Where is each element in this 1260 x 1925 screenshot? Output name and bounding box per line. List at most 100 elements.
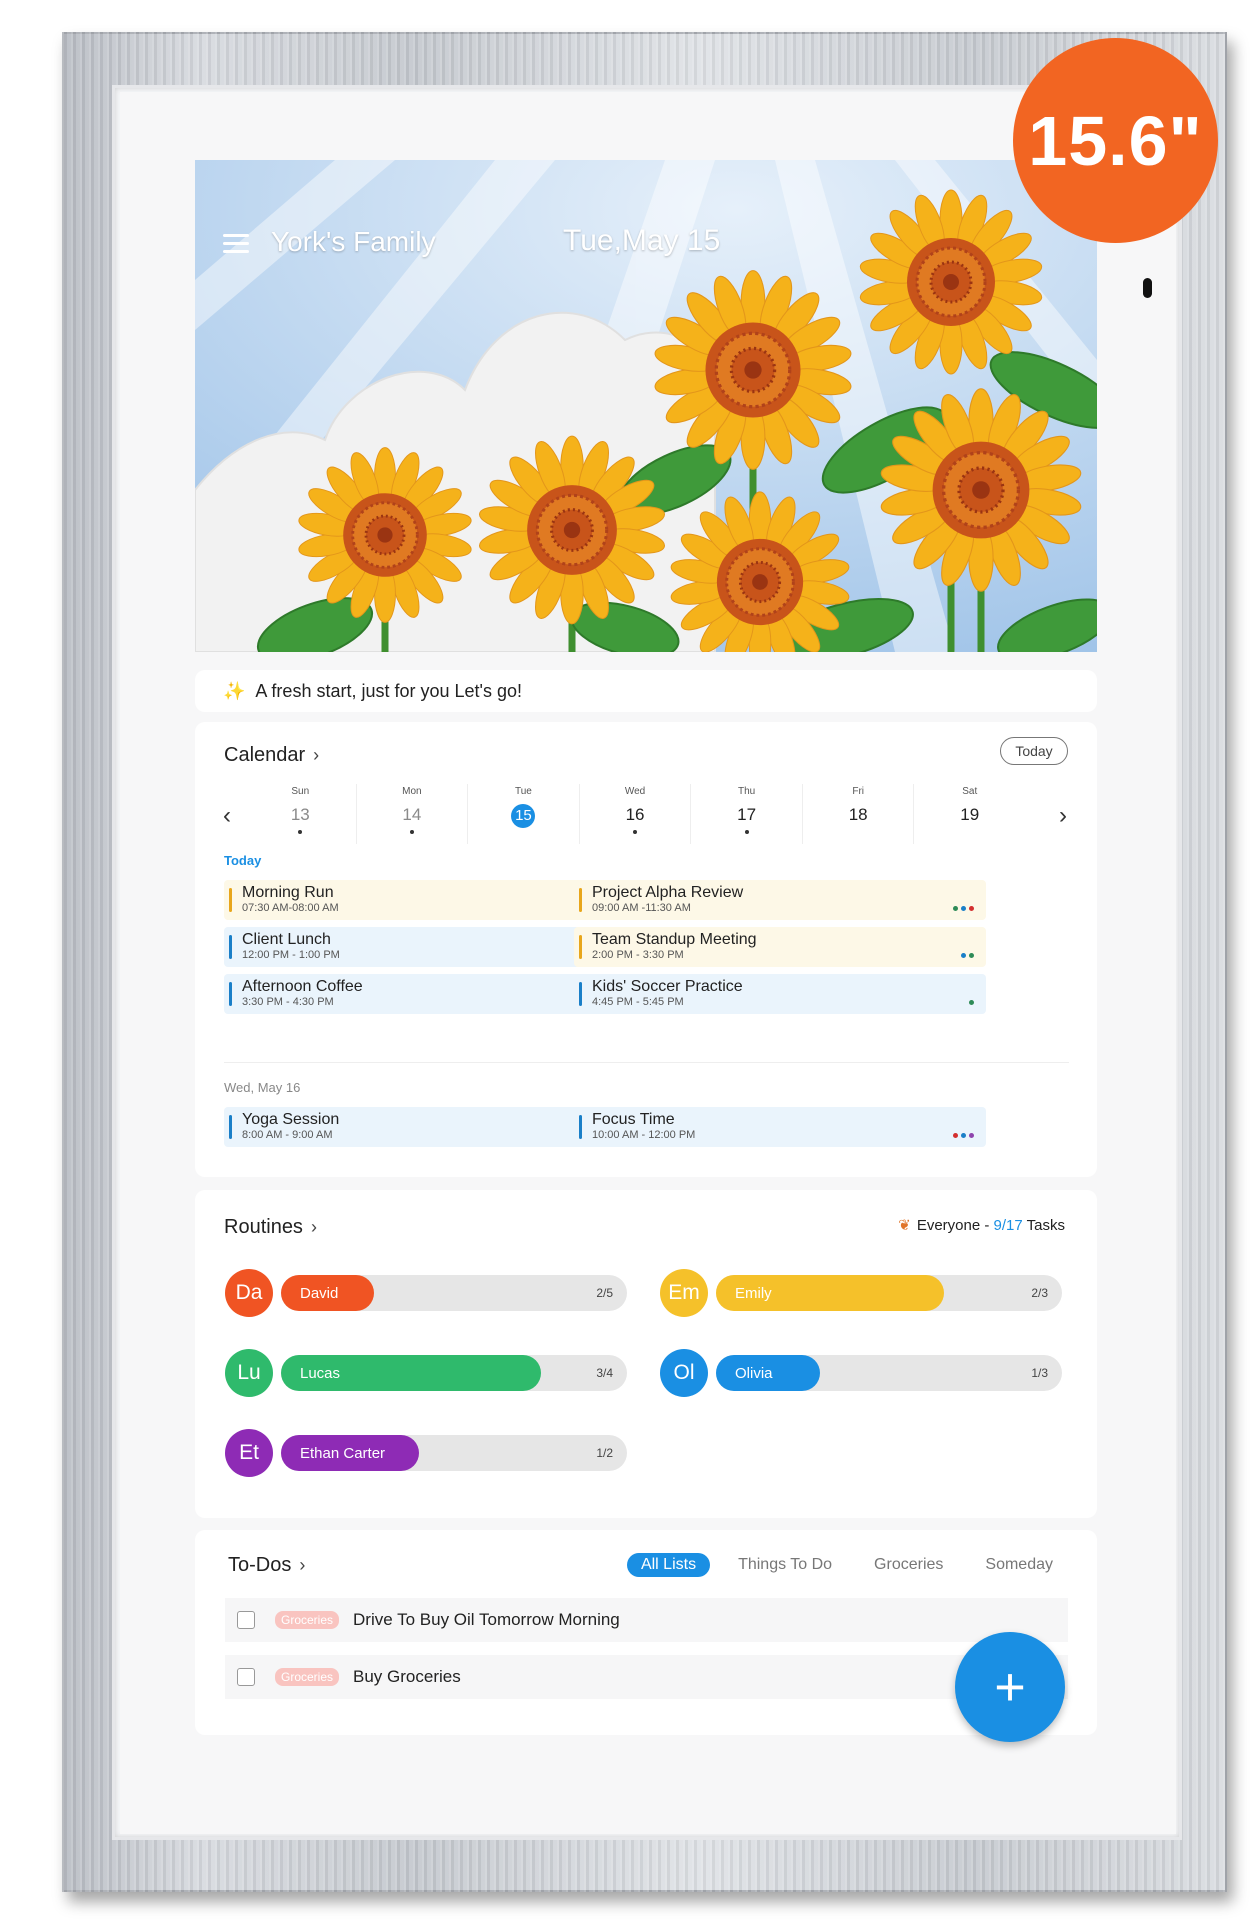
routines-summary[interactable]: ❦ Everyone - 9/17 Tasks (898, 1216, 1065, 1234)
member-dots (961, 953, 974, 958)
routine-count: 3/4 (596, 1366, 613, 1380)
header-banner: York's Family Tue,May 15 (195, 160, 1097, 652)
todo-item[interactable]: Groceries Drive To Buy Oil Tomorrow Morni… (225, 1598, 1068, 1642)
avatar: Et (225, 1429, 273, 1477)
day-wed[interactable]: Wed 16 (580, 784, 692, 844)
event-indicator-dot (409, 830, 414, 834)
day-sun[interactable]: Sun 13 (245, 784, 357, 844)
todo-item[interactable]: Groceries Buy Groceries (225, 1655, 1068, 1699)
day-sat[interactable]: Sat 19 (914, 784, 1025, 844)
event-time: 4:45 PM - 5:45 PM (592, 996, 684, 1008)
family-icon: ❦ (898, 1217, 911, 1234)
routine-row[interactable]: Da David 2/5 (225, 1268, 627, 1318)
routine-row[interactable]: Lu Lucas 3/4 (225, 1348, 627, 1398)
day-name: Sat (962, 786, 978, 797)
camera-sensor (1143, 278, 1152, 298)
member-dot (953, 1133, 958, 1138)
calendar-title[interactable]: Calendar › (224, 744, 319, 767)
chevron-right-icon[interactable]: › (1059, 802, 1067, 830)
member-dot (969, 1000, 974, 1005)
add-fab-button[interactable]: + (955, 1632, 1065, 1742)
today-button[interactable]: Today (1000, 737, 1068, 765)
todos-title[interactable]: To-Dos › (228, 1554, 305, 1577)
day-number-wrap: 19 (914, 797, 1025, 825)
routine-row[interactable]: Ol Olivia 1/3 (660, 1348, 1062, 1398)
routines-card: Routines › ❦ Everyone - 9/17 Tasks Da David… (195, 1190, 1097, 1518)
day-thu[interactable]: Thu 17 (691, 784, 803, 844)
today-section-label: Today (224, 853, 262, 868)
tab-someday[interactable]: Someday (971, 1553, 1067, 1577)
tab-groceries[interactable]: Groceries (860, 1553, 957, 1577)
sparkle-icon: ✨ (223, 680, 246, 701)
avatar: Ol (660, 1349, 708, 1397)
day-tue[interactable]: Tue 15 (468, 784, 580, 844)
day-number: 17 (737, 805, 757, 824)
chevron-right-icon: › (299, 1555, 306, 1575)
routine-row[interactable]: Em Emily 2/3 (660, 1268, 1062, 1318)
progress-track: Olivia 1/3 (716, 1355, 1062, 1391)
next-date-label: Wed, May 16 (224, 1080, 301, 1095)
chevron-left-icon[interactable]: ‹ (223, 802, 231, 830)
event-time: 09:00 AM -11:30 AM (592, 902, 691, 914)
day-fri[interactable]: Fri 18 (803, 784, 915, 844)
day-name: Fri (852, 786, 865, 797)
selected-day-number: 15 (511, 804, 536, 828)
calendar-card: Calendar › Today ‹ › Sun 13 Mon 14 Tue 15 Wed 16… (195, 722, 1097, 1177)
routine-count: 2/5 (596, 1286, 613, 1300)
summary-sep: - (980, 1217, 994, 1234)
header-bar: York's Family Tue,May 15 (195, 220, 1097, 270)
routine-count: 2/3 (1031, 1286, 1048, 1300)
day-number-wrap: 14 (357, 797, 468, 825)
routine-person-name: David (300, 1285, 339, 1302)
routines-title[interactable]: Routines › (224, 1216, 317, 1239)
day-number: 19 (960, 805, 980, 824)
day-number-wrap: 15 (468, 797, 579, 828)
member-dots (969, 1000, 974, 1005)
routine-row[interactable]: Et Ethan Carter 1/2 (225, 1428, 627, 1478)
greeting-banner: ✨ A fresh start, just for you Let's go! (195, 670, 1097, 712)
todo-checkbox[interactable] (237, 1668, 255, 1686)
day-number: 16 (625, 805, 645, 824)
todos-title-label: To-Dos (228, 1554, 292, 1576)
divider (224, 1062, 1069, 1063)
day-number-wrap: 17 (691, 797, 802, 825)
hamburger-menu-icon[interactable] (223, 234, 249, 254)
event-time: 2:00 PM - 3:30 PM (592, 949, 684, 961)
event-item[interactable]: Kids' Soccer Practice 4:45 PM - 5:45 PM (574, 974, 986, 1014)
routine-person-name: Ethan Carter (300, 1445, 386, 1462)
member-dot (961, 953, 966, 958)
day-name: Mon (402, 786, 422, 797)
avatar: Em (660, 1269, 708, 1317)
routine-person-name: Olivia (735, 1365, 773, 1382)
todo-checkbox[interactable] (237, 1611, 255, 1629)
summary-count: 9/17 (993, 1217, 1023, 1234)
event-title: Kids' Soccer Practice (592, 978, 743, 995)
progress-track: Ethan Carter 1/2 (281, 1435, 627, 1471)
header-date: Tue,May 15 (563, 224, 721, 257)
event-item[interactable]: Team Standup Meeting 2:00 PM - 3:30 PM (574, 927, 986, 967)
routine-person-name: Emily (735, 1285, 772, 1302)
chevron-right-icon: › (310, 1217, 317, 1237)
day-mon[interactable]: Mon 14 (357, 784, 469, 844)
member-dot (969, 1133, 974, 1138)
event-indicator-dot (298, 830, 303, 834)
todo-list-tabs: All Lists Things To Do Groceries Someday (613, 1553, 1067, 1577)
event-indicator-dot (744, 830, 749, 834)
day-number-wrap: 13 (245, 797, 356, 825)
summary-unit: Tasks (1022, 1217, 1065, 1234)
tab-all-lists[interactable]: All Lists (626, 1553, 711, 1577)
routine-person-name: Lucas (300, 1365, 341, 1382)
progress-track: Emily 2/3 (716, 1275, 1062, 1311)
tab-things-to-do[interactable]: Things To Do (724, 1553, 846, 1577)
routine-count: 1/2 (596, 1446, 613, 1460)
member-dots (953, 906, 974, 911)
routine-count: 1/3 (1031, 1366, 1048, 1380)
todo-list-tag: Groceries (275, 1611, 340, 1629)
day-name: Tue (515, 786, 532, 797)
event-item[interactable]: Project Alpha Review 09:00 AM -11:30 AM (574, 880, 986, 920)
day-name: Sun (291, 786, 310, 797)
summary-who: Everyone (916, 1217, 981, 1234)
avatar: Da (225, 1269, 273, 1317)
event-item[interactable]: Focus Time 10:00 AM - 12:00 PM (574, 1107, 986, 1147)
member-dot (969, 906, 974, 911)
